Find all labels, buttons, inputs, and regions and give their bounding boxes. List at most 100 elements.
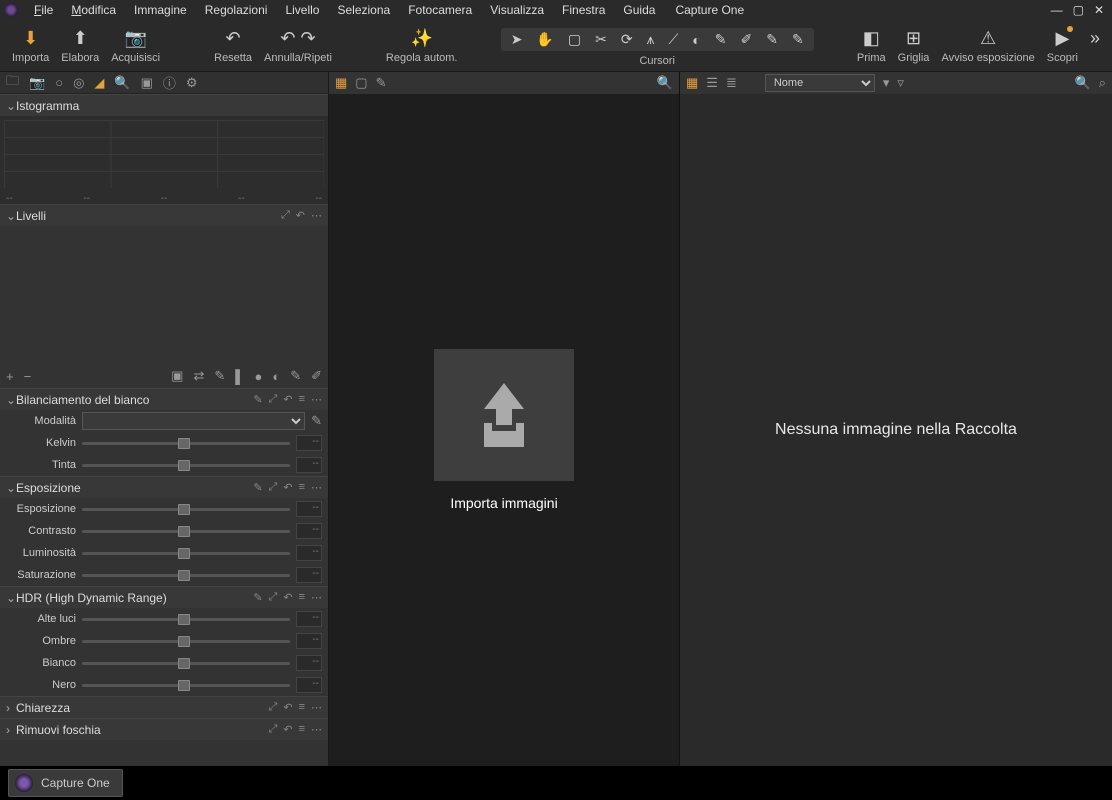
search-icon[interactable]: 🔍 (657, 75, 673, 91)
contrast-slider[interactable] (82, 530, 290, 533)
tab-capture-icon[interactable]: 📷 (29, 75, 45, 91)
minimize-icon[interactable]: — (1051, 3, 1063, 17)
expand-icon[interactable]: ⤢ (269, 701, 278, 714)
rotate-tool-icon[interactable]: ⟳ (617, 31, 637, 48)
spot-tool-icon[interactable]: ⟋ (664, 31, 682, 48)
highlights-value[interactable]: -- (296, 611, 322, 627)
reset-panel-icon[interactable]: ↶ (296, 209, 305, 222)
menu-seleziona[interactable]: Seleziona (329, 1, 398, 19)
tab-library-icon[interactable]: 🗀 (6, 72, 19, 94)
zoom-icon[interactable]: ⌕ (1099, 75, 1106, 91)
reset-panel-icon[interactable]: ↶ (283, 723, 292, 736)
more-icon[interactable]: ⋯ (311, 209, 322, 222)
search-icon[interactable]: 🔍 (1075, 75, 1091, 91)
reset-panel-icon[interactable]: ↶ (283, 701, 292, 714)
eraser-tool-icon[interactable]: ✐ (736, 31, 756, 48)
before-after-button[interactable]: ◧Prima (851, 24, 892, 67)
eraser-icon[interactable]: ◐ (272, 369, 280, 384)
more-icon[interactable]: ⋯ (311, 481, 322, 494)
reset-panel-icon[interactable]: ↶ (283, 393, 292, 406)
expand-icon[interactable]: ⤢ (269, 591, 278, 604)
mask-focus-icon[interactable]: ▣ (171, 368, 183, 384)
black-value[interactable]: -- (296, 677, 322, 693)
more-icon[interactable]: ⋯ (311, 723, 322, 736)
panel-chiarezza-head[interactable]: › Chiarezza ⤢↶≡⋯ (0, 696, 328, 718)
panel-wb-head[interactable]: ⌄ Bilanciamento del bianco ✎⤢↶≡⋯ (0, 388, 328, 410)
process-button[interactable]: ⬆Elabora (55, 24, 105, 67)
edit-icon[interactable]: ✎ (253, 393, 262, 406)
shadows-value[interactable]: -- (296, 633, 322, 649)
import-images-button[interactable] (434, 349, 574, 481)
exposure-slider[interactable] (82, 508, 290, 511)
pan-tool-icon[interactable]: ✋ (532, 31, 557, 48)
add-layer-icon[interactable]: + (6, 369, 14, 384)
menu-livello[interactable]: Livello (277, 1, 327, 19)
menu-fotocamera[interactable]: Fotocamera (400, 1, 480, 19)
tint-slider[interactable] (82, 464, 290, 467)
panel-exposure-head[interactable]: ⌄ Esposizione ✎⤢↶≡⋯ (0, 476, 328, 498)
expand-icon[interactable]: ⤢ (269, 723, 278, 736)
tab-details-icon[interactable]: 🔍 (114, 75, 130, 91)
capture-button[interactable]: 📷Acquisisci (105, 24, 166, 67)
menu-guida[interactable]: Guida (615, 1, 663, 19)
preset-icon[interactable]: ≡ (299, 393, 305, 406)
brush-icon[interactable]: ✎ (214, 368, 225, 384)
auto-adjust-button[interactable]: ✨Regola autom. (380, 24, 464, 67)
tab-adjustments-icon[interactable]: ▣ (141, 75, 153, 91)
browser-grid-icon[interactable]: ▦ (686, 75, 698, 91)
expand-icon[interactable]: ⤢ (281, 209, 290, 222)
select-tool-icon[interactable]: ➤ (507, 31, 527, 48)
preset-icon[interactable]: ≡ (299, 591, 305, 604)
menu-visualizza[interactable]: Visualizza (482, 1, 552, 19)
menu-finestra[interactable]: Finestra (554, 1, 613, 19)
reset-button[interactable]: ↶Resetta (208, 24, 258, 67)
white-value[interactable]: -- (296, 655, 322, 671)
contrast-value[interactable]: -- (296, 523, 322, 539)
gradient-tool-icon[interactable]: ✎ (762, 31, 782, 48)
toolbar-more[interactable]: » (1084, 24, 1106, 67)
import-button[interactable]: ⬇Importa (6, 24, 55, 67)
crop-tool-icon[interactable]: ✂ (591, 31, 611, 48)
preset-icon[interactable]: ≡ (299, 723, 305, 736)
tab-output-icon[interactable]: ⚙ (186, 75, 198, 91)
discover-button[interactable]: ▶Scopri (1041, 24, 1084, 67)
filter-icon[interactable]: ▿ (897, 75, 904, 91)
tab-lens-icon[interactable]: ○ (55, 75, 63, 90)
panel-hdr-head[interactable]: ⌄ HDR (High Dynamic Range) ✎⤢↶≡⋯ (0, 586, 328, 608)
more-icon[interactable]: ⋯ (311, 393, 322, 406)
brightness-value[interactable]: -- (296, 545, 322, 561)
tab-color-icon[interactable]: ◎ (73, 75, 84, 91)
menu-file[interactable]: File (26, 1, 61, 19)
loupe-tool-icon[interactable]: ▢ (564, 31, 585, 48)
circle-icon[interactable]: ● (254, 369, 262, 384)
expand-icon[interactable]: ⤢ (269, 393, 278, 406)
reset-panel-icon[interactable]: ↶ (283, 481, 292, 494)
mask-invert-icon[interactable]: ⇄ (193, 368, 204, 384)
radial-tool-icon[interactable]: ✎ (788, 31, 808, 48)
saturation-value[interactable]: -- (296, 567, 322, 583)
expand-icon[interactable]: ⤢ (269, 481, 278, 494)
saturation-slider[interactable] (82, 574, 290, 577)
maximize-icon[interactable]: ▢ (1073, 3, 1084, 17)
preset-icon[interactable]: ≡ (299, 481, 305, 494)
edit-icon[interactable]: ✎ (253, 481, 262, 494)
panel-histogram-head[interactable]: ⌄ Istogramma (0, 94, 328, 116)
exposure-warning-button[interactable]: ⚠Avviso esposizione (935, 24, 1040, 67)
more-icon[interactable]: ⋯ (311, 591, 322, 604)
sort-select[interactable]: Nome (765, 74, 875, 92)
square-icon[interactable]: ▌ (235, 369, 244, 384)
view-grid-icon[interactable]: ▦ (335, 75, 347, 91)
keystone-tool-icon[interactable]: ⩚ (643, 31, 659, 48)
wb-picker-icon[interactable]: ✎ (311, 413, 322, 429)
view-picker-icon[interactable]: ✎ (376, 75, 387, 91)
tab-metadata-icon[interactable]: ⓘ (163, 73, 176, 92)
radial-icon[interactable]: ✐ (311, 368, 322, 384)
edit-icon[interactable]: ✎ (253, 591, 262, 604)
grid-button[interactable]: ⊞Griglia (892, 24, 936, 67)
highlights-slider[interactable] (82, 618, 290, 621)
close-icon[interactable]: ✕ (1094, 3, 1104, 17)
gradient-icon[interactable]: ✎ (290, 368, 301, 384)
brightness-slider[interactable] (82, 552, 290, 555)
sort-direction-icon[interactable]: ▾ (883, 75, 890, 91)
kelvin-slider[interactable] (82, 442, 290, 445)
